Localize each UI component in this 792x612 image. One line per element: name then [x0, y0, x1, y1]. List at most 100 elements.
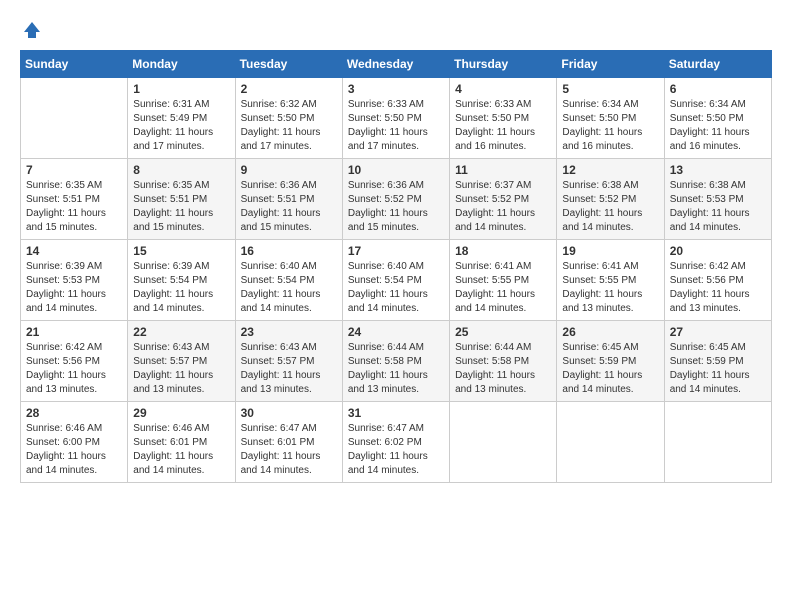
- day-info: Sunrise: 6:42 AM Sunset: 5:56 PM Dayligh…: [670, 260, 766, 316]
- day-number: 19: [562, 244, 658, 258]
- day-info: Sunrise: 6:45 AM Sunset: 5:59 PM Dayligh…: [562, 341, 658, 397]
- day-number: 11: [455, 163, 551, 177]
- day-number: 7: [26, 163, 122, 177]
- day-cell: 8 Sunrise: 6:35 AM Sunset: 5:51 PM Daylig…: [128, 159, 235, 240]
- day-number: 6: [670, 82, 766, 96]
- week-row-4: 21 Sunrise: 6:42 AM Sunset: 5:56 PM Dayli…: [21, 321, 772, 402]
- logo: [20, 20, 42, 40]
- day-number: 24: [348, 325, 444, 339]
- week-row-3: 14Sunrise: 6:39 AM Sunset: 5:53 PM Dayli…: [21, 240, 772, 321]
- day-number: 29: [133, 406, 229, 420]
- day-cell: 2 Sunrise: 6:32 AM Sunset: 5:50 PM Daylig…: [235, 78, 342, 159]
- day-cell: 5 Sunrise: 6:34 AM Sunset: 5:50 PM Daylig…: [557, 78, 664, 159]
- col-header-saturday: Saturday: [664, 51, 771, 78]
- day-number: 8: [133, 163, 229, 177]
- day-number: 15: [133, 244, 229, 258]
- day-cell: 9 Sunrise: 6:36 AM Sunset: 5:51 PM Daylig…: [235, 159, 342, 240]
- day-info: Sunrise: 6:38 AM Sunset: 5:52 PM Dayligh…: [562, 179, 658, 235]
- day-info: Sunrise: 6:34 AM Sunset: 5:50 PM Dayligh…: [670, 98, 766, 154]
- day-number: 21: [26, 325, 122, 339]
- day-info: Sunrise: 6:32 AM Sunset: 5:50 PM Dayligh…: [241, 98, 337, 154]
- day-number: 5: [562, 82, 658, 96]
- col-header-friday: Friday: [557, 51, 664, 78]
- week-row-1: 1 Sunrise: 6:31 AM Sunset: 5:49 PM Daylig…: [21, 78, 772, 159]
- day-number: 9: [241, 163, 337, 177]
- day-cell: 17Sunrise: 6:40 AM Sunset: 5:54 PM Dayli…: [342, 240, 449, 321]
- day-info: Sunrise: 6:39 AM Sunset: 5:54 PM Dayligh…: [133, 260, 229, 316]
- day-number: 25: [455, 325, 551, 339]
- day-cell: [450, 402, 557, 483]
- day-cell: [21, 78, 128, 159]
- day-cell: 29Sunrise: 6:46 AM Sunset: 6:01 PM Dayli…: [128, 402, 235, 483]
- day-cell: [664, 402, 771, 483]
- day-info: Sunrise: 6:44 AM Sunset: 5:58 PM Dayligh…: [455, 341, 551, 397]
- day-number: 26: [562, 325, 658, 339]
- day-cell: 23 Sunrise: 6:43 AM Sunset: 5:57 PM Dayli…: [235, 321, 342, 402]
- day-cell: 25 Sunrise: 6:44 AM Sunset: 5:58 PM Dayli…: [450, 321, 557, 402]
- day-cell: 15 Sunrise: 6:39 AM Sunset: 5:54 PM Dayli…: [128, 240, 235, 321]
- day-cell: 31 Sunrise: 6:47 AM Sunset: 6:02 PM Dayli…: [342, 402, 449, 483]
- day-info: Sunrise: 6:47 AM Sunset: 6:02 PM Dayligh…: [348, 422, 444, 478]
- col-header-sunday: Sunday: [21, 51, 128, 78]
- day-cell: 3Sunrise: 6:33 AM Sunset: 5:50 PM Daylig…: [342, 78, 449, 159]
- day-cell: 26 Sunrise: 6:45 AM Sunset: 5:59 PM Dayli…: [557, 321, 664, 402]
- day-cell: 12Sunrise: 6:38 AM Sunset: 5:52 PM Dayli…: [557, 159, 664, 240]
- day-info: Sunrise: 6:34 AM Sunset: 5:50 PM Dayligh…: [562, 98, 658, 154]
- day-info: Sunrise: 6:43 AM Sunset: 5:57 PM Dayligh…: [241, 341, 337, 397]
- day-number: 20: [670, 244, 766, 258]
- day-info: Sunrise: 6:35 AM Sunset: 5:51 PM Dayligh…: [26, 179, 122, 235]
- day-cell: 28 Sunrise: 6:46 AM Sunset: 6:00 PM Dayli…: [21, 402, 128, 483]
- day-cell: 20 Sunrise: 6:42 AM Sunset: 5:56 PM Dayli…: [664, 240, 771, 321]
- day-cell: 10Sunrise: 6:36 AM Sunset: 5:52 PM Dayli…: [342, 159, 449, 240]
- day-info: Sunrise: 6:35 AM Sunset: 5:51 PM Dayligh…: [133, 179, 229, 235]
- header-row: SundayMondayTuesdayWednesdayThursdayFrid…: [21, 51, 772, 78]
- day-number: 10: [348, 163, 444, 177]
- day-cell: 18Sunrise: 6:41 AM Sunset: 5:55 PM Dayli…: [450, 240, 557, 321]
- day-info: Sunrise: 6:45 AM Sunset: 5:59 PM Dayligh…: [670, 341, 766, 397]
- day-number: 28: [26, 406, 122, 420]
- day-number: 2: [241, 82, 337, 96]
- day-info: Sunrise: 6:46 AM Sunset: 6:00 PM Dayligh…: [26, 422, 122, 478]
- day-info: Sunrise: 6:41 AM Sunset: 5:55 PM Dayligh…: [455, 260, 551, 316]
- day-cell: 13 Sunrise: 6:38 AM Sunset: 5:53 PM Dayli…: [664, 159, 771, 240]
- day-cell: 24 Sunrise: 6:44 AM Sunset: 5:58 PM Dayli…: [342, 321, 449, 402]
- day-info: Sunrise: 6:44 AM Sunset: 5:58 PM Dayligh…: [348, 341, 444, 397]
- day-info: Sunrise: 6:42 AM Sunset: 5:56 PM Dayligh…: [26, 341, 122, 397]
- day-cell: 27 Sunrise: 6:45 AM Sunset: 5:59 PM Dayli…: [664, 321, 771, 402]
- day-number: 22: [133, 325, 229, 339]
- day-info: Sunrise: 6:43 AM Sunset: 5:57 PM Dayligh…: [133, 341, 229, 397]
- day-number: 30: [241, 406, 337, 420]
- day-number: 23: [241, 325, 337, 339]
- day-number: 31: [348, 406, 444, 420]
- day-info: Sunrise: 6:31 AM Sunset: 5:49 PM Dayligh…: [133, 98, 229, 154]
- day-number: 14: [26, 244, 122, 258]
- day-cell: 22 Sunrise: 6:43 AM Sunset: 5:57 PM Dayli…: [128, 321, 235, 402]
- day-info: Sunrise: 6:33 AM Sunset: 5:50 PM Dayligh…: [348, 98, 444, 154]
- day-number: 13: [670, 163, 766, 177]
- day-info: Sunrise: 6:33 AM Sunset: 5:50 PM Dayligh…: [455, 98, 551, 154]
- logo-icon: [22, 20, 42, 40]
- day-cell: 16Sunrise: 6:40 AM Sunset: 5:54 PM Dayli…: [235, 240, 342, 321]
- day-cell: [557, 402, 664, 483]
- day-cell: 7 Sunrise: 6:35 AM Sunset: 5:51 PM Daylig…: [21, 159, 128, 240]
- day-info: Sunrise: 6:40 AM Sunset: 5:54 PM Dayligh…: [348, 260, 444, 316]
- day-info: Sunrise: 6:41 AM Sunset: 5:55 PM Dayligh…: [562, 260, 658, 316]
- day-number: 4: [455, 82, 551, 96]
- day-info: Sunrise: 6:36 AM Sunset: 5:51 PM Dayligh…: [241, 179, 337, 235]
- col-header-thursday: Thursday: [450, 51, 557, 78]
- day-cell: 30 Sunrise: 6:47 AM Sunset: 6:01 PM Dayli…: [235, 402, 342, 483]
- calendar-table: SundayMondayTuesdayWednesdayThursdayFrid…: [20, 50, 772, 483]
- day-info: Sunrise: 6:40 AM Sunset: 5:54 PM Dayligh…: [241, 260, 337, 316]
- day-info: Sunrise: 6:38 AM Sunset: 5:53 PM Dayligh…: [670, 179, 766, 235]
- day-number: 1: [133, 82, 229, 96]
- col-header-tuesday: Tuesday: [235, 51, 342, 78]
- day-cell: 14Sunrise: 6:39 AM Sunset: 5:53 PM Dayli…: [21, 240, 128, 321]
- day-cell: 1 Sunrise: 6:31 AM Sunset: 5:49 PM Daylig…: [128, 78, 235, 159]
- day-cell: 21 Sunrise: 6:42 AM Sunset: 5:56 PM Dayli…: [21, 321, 128, 402]
- col-header-monday: Monday: [128, 51, 235, 78]
- week-row-2: 7 Sunrise: 6:35 AM Sunset: 5:51 PM Daylig…: [21, 159, 772, 240]
- day-info: Sunrise: 6:47 AM Sunset: 6:01 PM Dayligh…: [241, 422, 337, 478]
- page-header: [20, 20, 772, 40]
- day-number: 27: [670, 325, 766, 339]
- day-info: Sunrise: 6:37 AM Sunset: 5:52 PM Dayligh…: [455, 179, 551, 235]
